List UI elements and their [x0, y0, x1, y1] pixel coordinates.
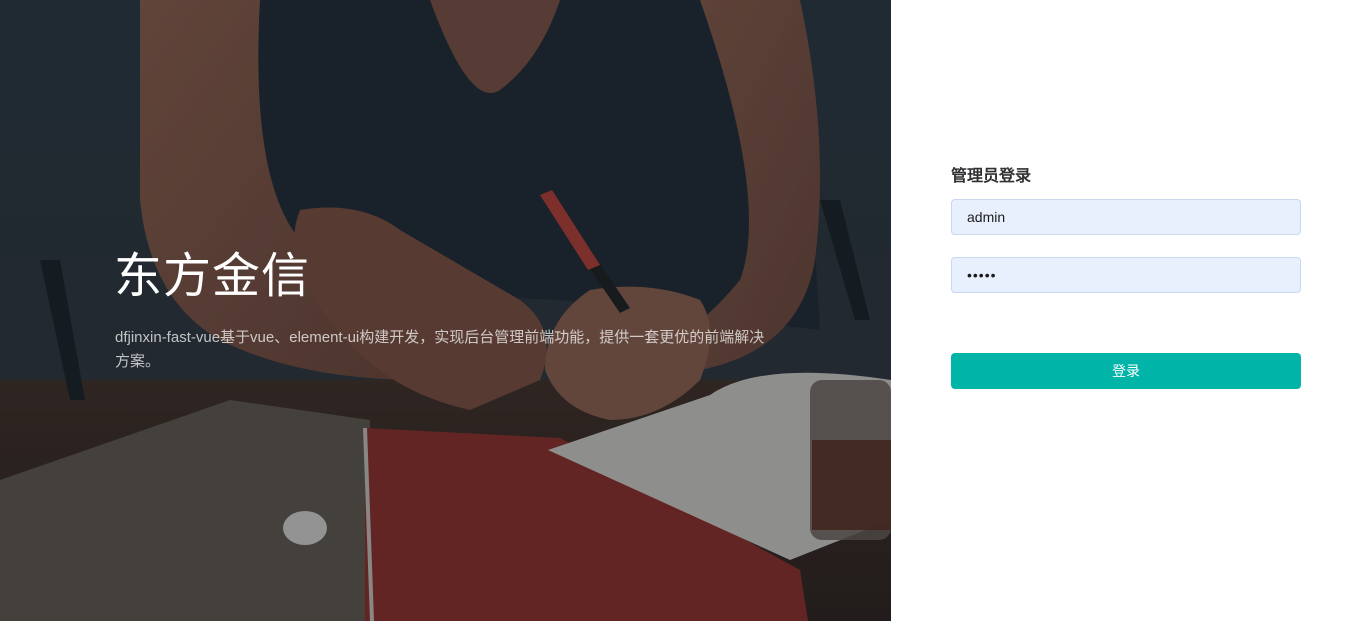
brand-description: dfjinxin-fast-vue基于vue、element-ui构建开发，实现…: [115, 329, 765, 370]
password-input[interactable]: [951, 257, 1301, 293]
hero-overlay: [0, 0, 891, 621]
username-input[interactable]: [951, 199, 1301, 235]
login-button[interactable]: 登录: [951, 353, 1301, 389]
login-title: 管理员登录: [951, 166, 1032, 185]
login-panel: 管理员登录 登录: [891, 0, 1360, 621]
brand-title: 东方金信: [114, 248, 311, 304]
hero-banner: 东方金信 dfjinxin-fast-vue基于vue、element-ui构建…: [0, 0, 891, 621]
login-page: 东方金信 dfjinxin-fast-vue基于vue、element-ui构建…: [0, 0, 1360, 621]
